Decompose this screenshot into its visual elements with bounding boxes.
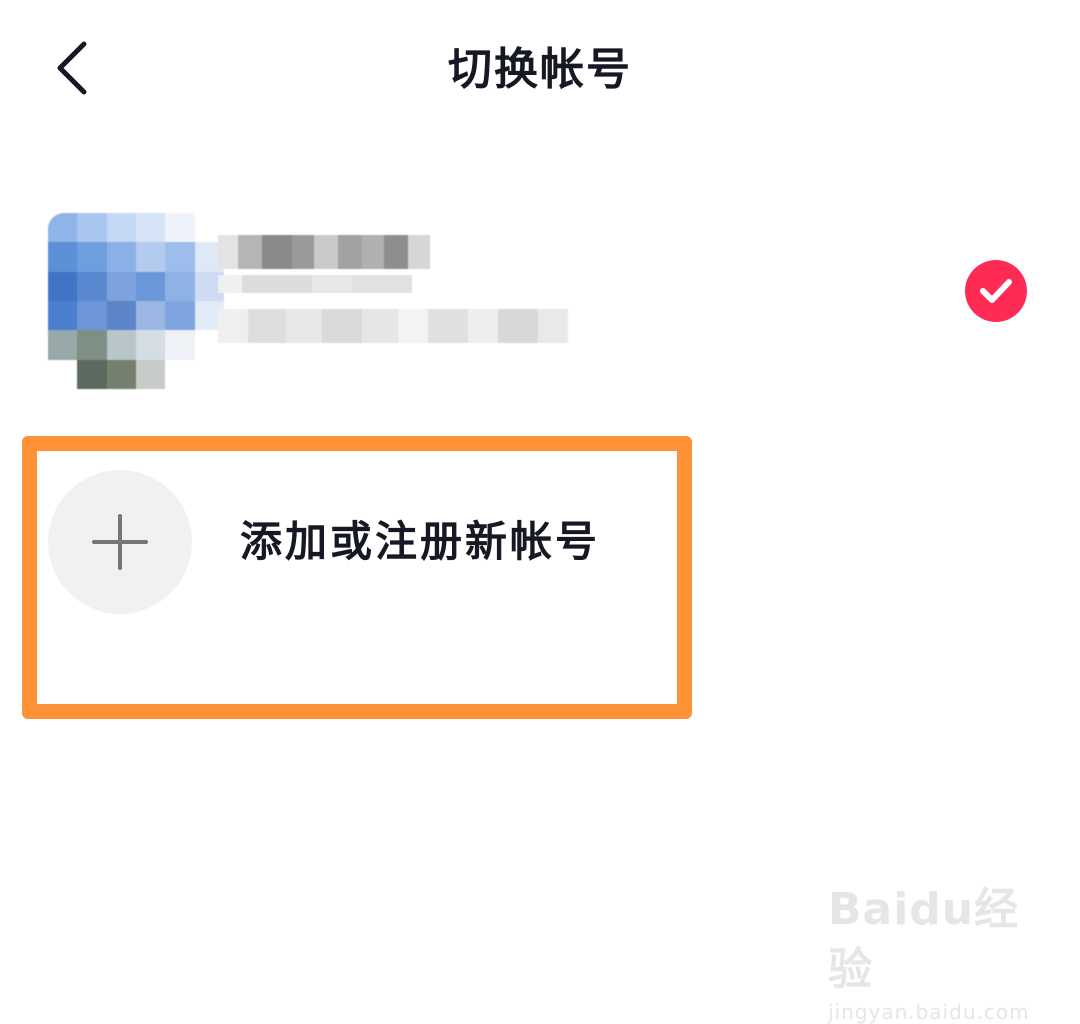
account-name-obscured	[218, 235, 430, 269]
check-circle-icon	[965, 260, 1027, 322]
account-name-obscured-lower	[218, 275, 412, 293]
current-account-row[interactable]	[40, 205, 1040, 405]
account-id-obscured	[218, 309, 568, 343]
add-account-button[interactable]: 添加或注册新帐号	[40, 462, 660, 622]
baidu-watermark: Baidu经验 jingyan.baidu.com	[828, 880, 1048, 1024]
watermark-logo: Baidu经验	[828, 884, 1020, 995]
add-account-circle	[48, 470, 192, 614]
watermark-url: jingyan.baidu.com	[828, 1000, 1030, 1024]
plus-icon	[92, 514, 148, 570]
avatar	[48, 213, 224, 389]
page-title: 切换帐号	[448, 44, 632, 95]
check-mark-icon	[980, 279, 1012, 303]
add-account-label: 添加或注册新帐号	[240, 517, 601, 566]
